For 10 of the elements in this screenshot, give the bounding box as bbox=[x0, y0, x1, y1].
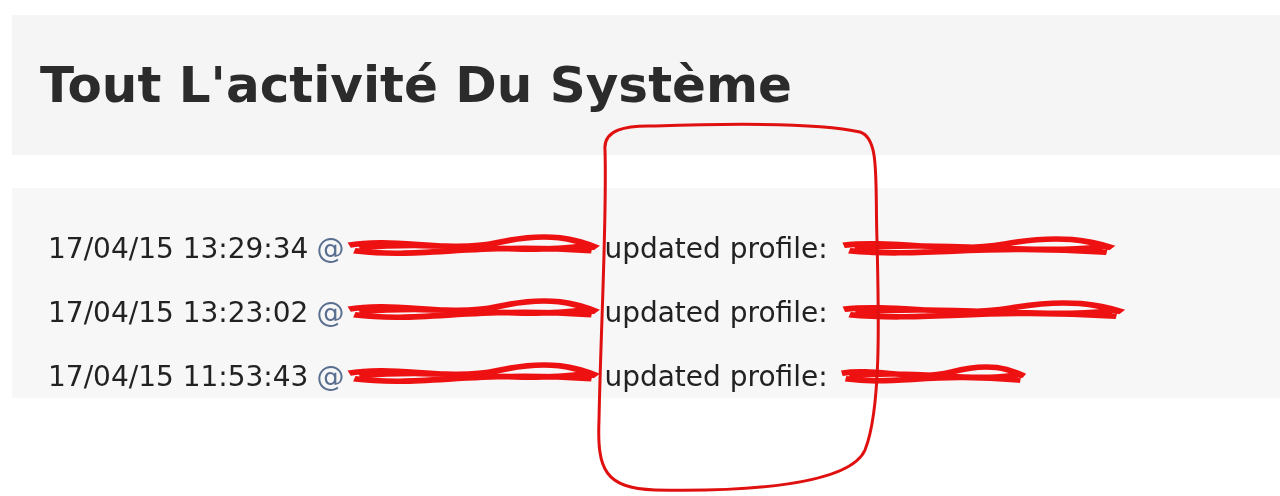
activity-time: 17/04/15 13:29:34 bbox=[48, 231, 309, 265]
page-title: Tout L'activité Du Système bbox=[40, 56, 792, 114]
user-link[interactable]: @ bbox=[316, 359, 345, 393]
activity-action: updated profile: bbox=[604, 295, 828, 329]
activity-action: updated profile: bbox=[604, 231, 828, 265]
activity-action: updated profile: bbox=[604, 359, 828, 393]
user-link[interactable]: @ bbox=[316, 295, 345, 329]
activity-time: 17/04/15 13:23:02 bbox=[48, 295, 309, 329]
activity-time: 17/04/15 11:53:43 bbox=[48, 359, 309, 393]
user-link[interactable]: @ bbox=[316, 231, 345, 265]
